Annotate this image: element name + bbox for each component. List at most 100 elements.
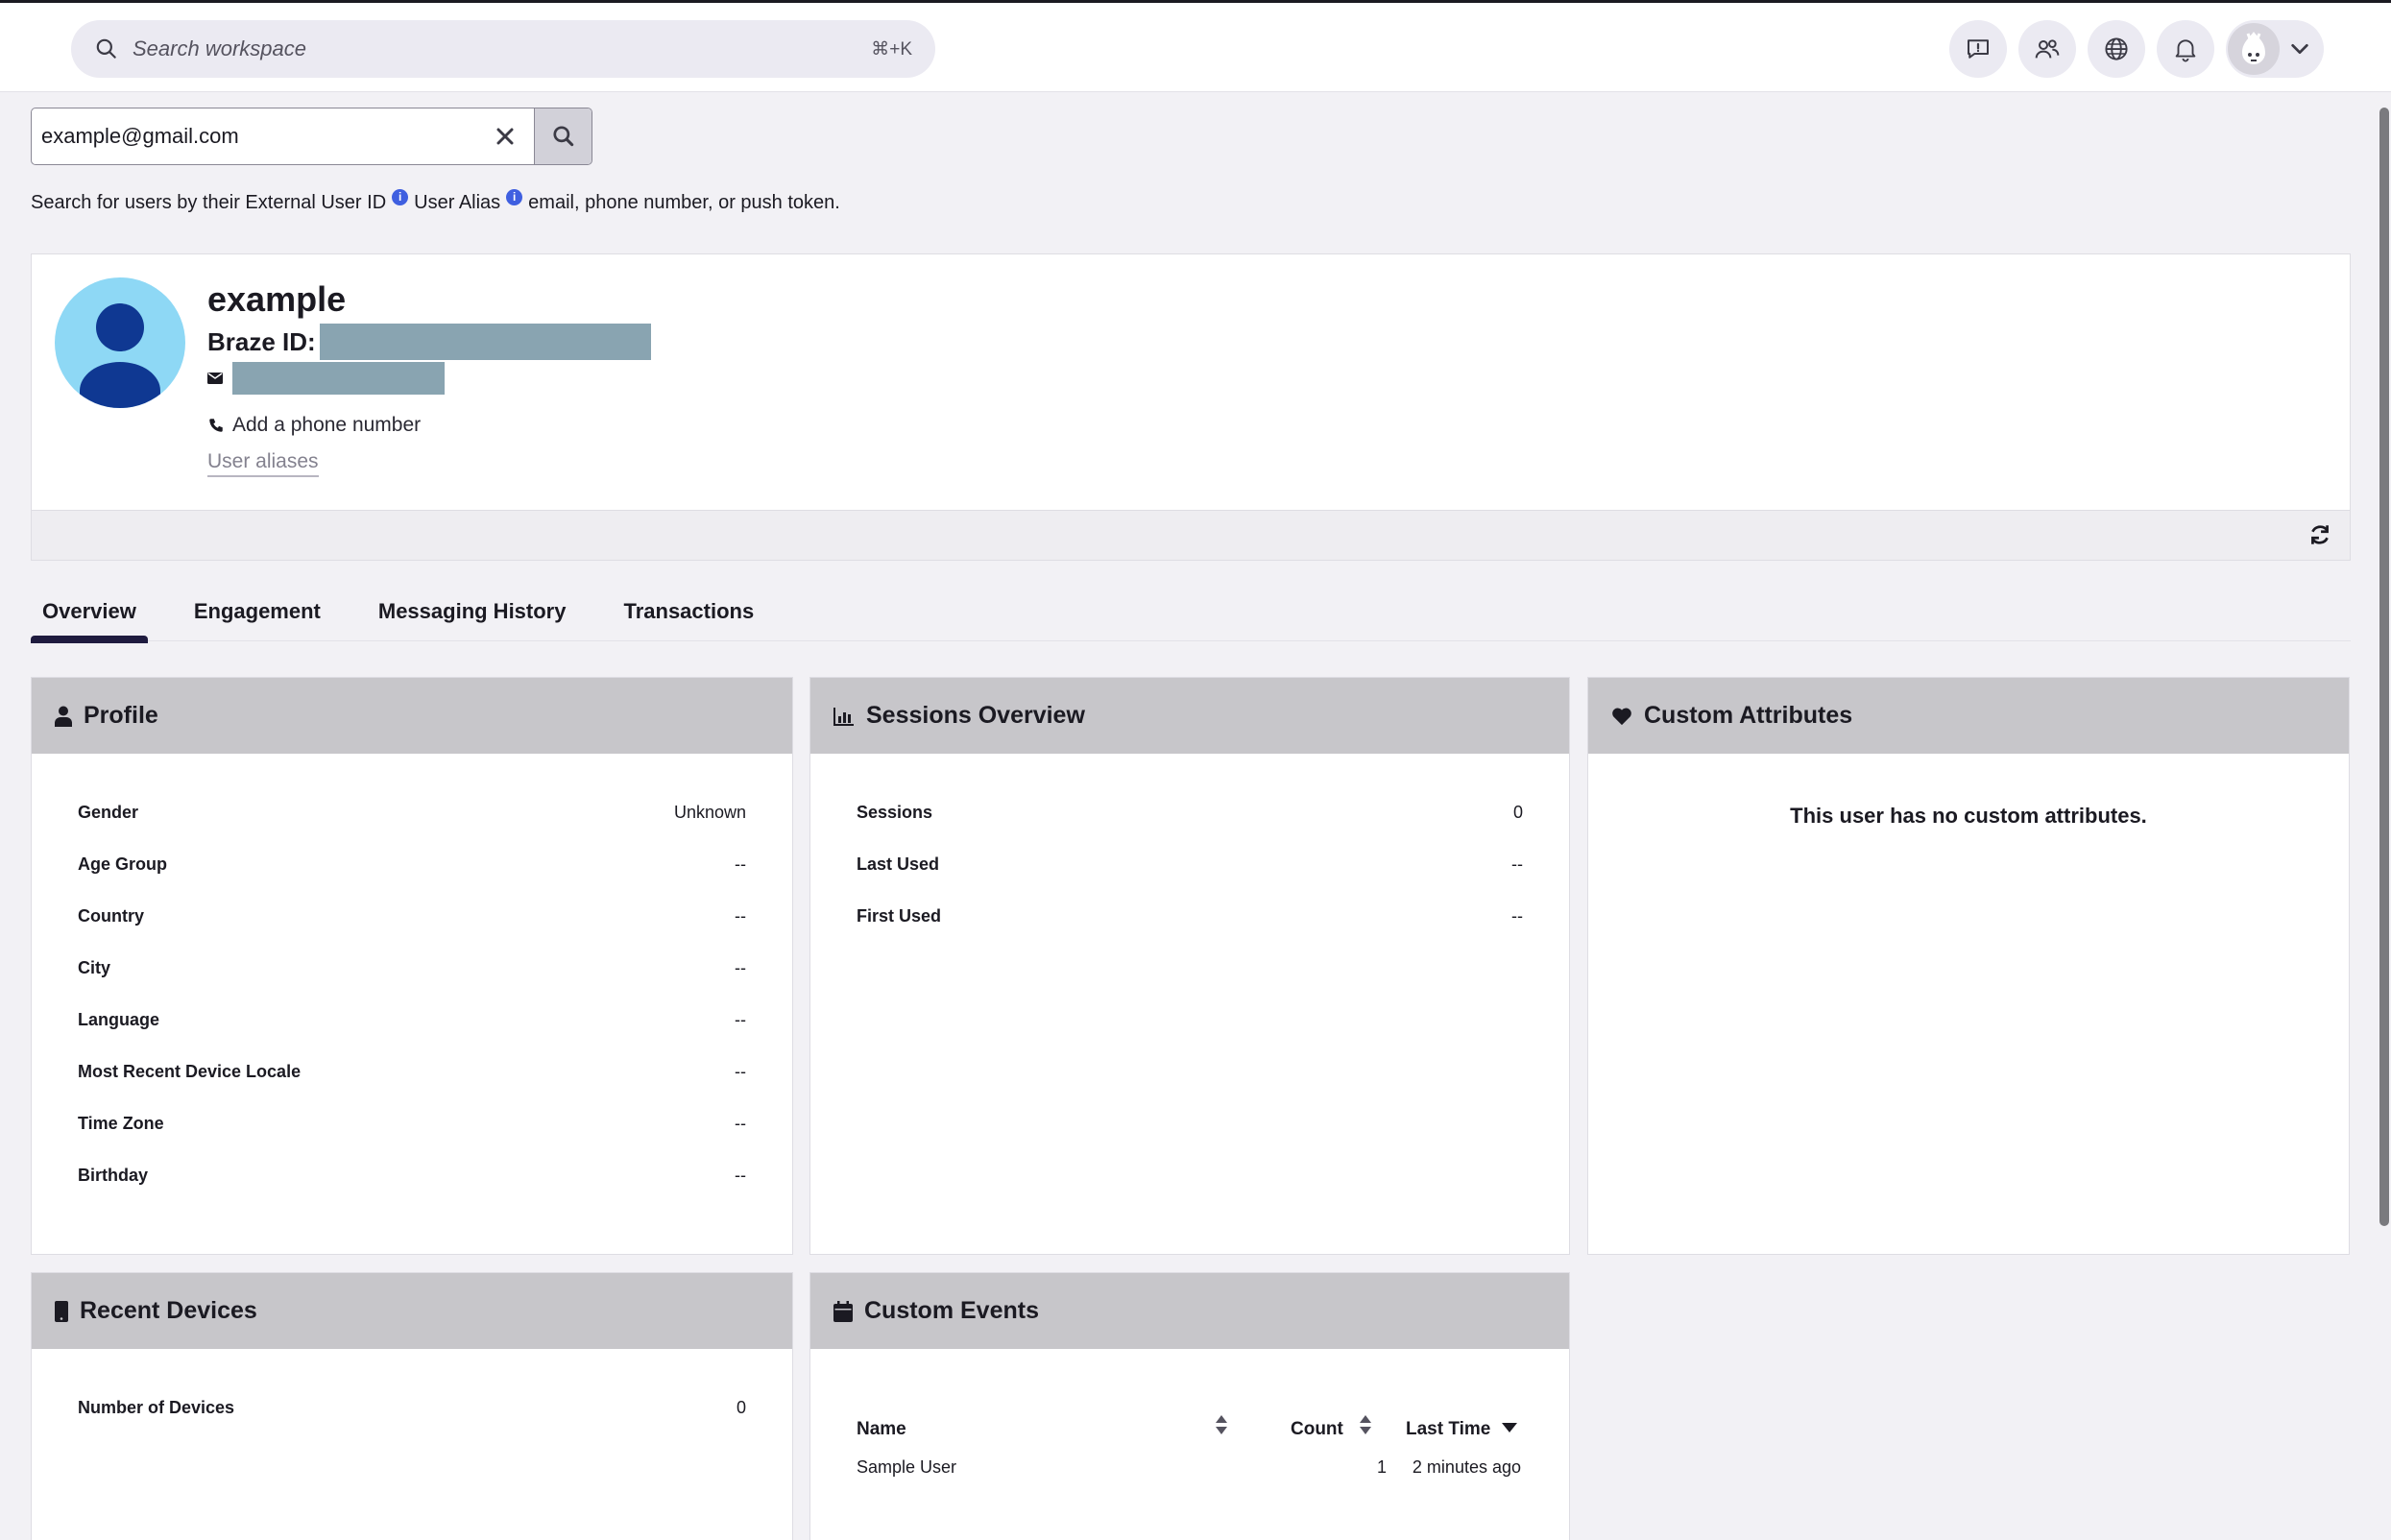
profile-row: Language -- bbox=[78, 1010, 746, 1030]
custom-attributes-panel: Custom Attributes This user has no custo… bbox=[1587, 677, 2350, 1255]
sessions-overview-panel: Sessions Overview Sessions 0 Last Used -- … bbox=[809, 677, 1570, 1255]
row-value: -- bbox=[735, 1166, 746, 1185]
add-phone-link[interactable]: Add a phone number bbox=[207, 414, 421, 437]
user-search-field[interactable]: example@gmail.com bbox=[31, 108, 592, 165]
panel-title: Custom Attributes bbox=[1644, 702, 1853, 729]
row-value: -- bbox=[735, 906, 746, 926]
row-label: Language bbox=[78, 1010, 160, 1029]
sort-icon[interactable] bbox=[1358, 1413, 1373, 1436]
column-header-last-time[interactable]: Last Time bbox=[1406, 1419, 1490, 1440]
row-value: -- bbox=[735, 1062, 746, 1081]
row-label: Sessions bbox=[857, 803, 933, 822]
search-icon bbox=[552, 126, 573, 147]
redacted-braze-id bbox=[319, 324, 651, 360]
profile-card-footer bbox=[32, 510, 2350, 560]
row-value: -- bbox=[735, 854, 746, 874]
tab-messaging-history[interactable]: Messaging History bbox=[367, 595, 578, 641]
row-label: Country bbox=[78, 906, 144, 926]
row-label: Most Recent Device Locale bbox=[78, 1062, 302, 1081]
tab-transactions[interactable]: Transactions bbox=[612, 595, 765, 641]
top-actions bbox=[1949, 20, 2324, 78]
row-value: 0 bbox=[736, 1398, 746, 1417]
tab-overview[interactable]: Overview bbox=[31, 595, 148, 643]
event-name: Sample User bbox=[857, 1457, 957, 1477]
panel-title: Recent Devices bbox=[80, 1297, 257, 1324]
row-value: -- bbox=[1511, 906, 1523, 926]
profile-row: Gender Unknown bbox=[78, 803, 746, 823]
profile-row: City -- bbox=[78, 958, 746, 978]
language-button[interactable] bbox=[2088, 20, 2145, 78]
heart-icon bbox=[1612, 708, 1631, 725]
panel-header: Custom Attributes bbox=[1588, 678, 2349, 754]
workspace-search[interactable]: Search workspace ⌘+K bbox=[71, 20, 935, 78]
row-value: -- bbox=[735, 1114, 746, 1133]
notifications-button[interactable] bbox=[2157, 20, 2214, 78]
row-value: -- bbox=[735, 958, 746, 977]
clear-search-button[interactable] bbox=[476, 108, 534, 164]
row-label: Gender bbox=[78, 803, 139, 822]
bar-chart-icon bbox=[833, 707, 854, 726]
sort-icon[interactable] bbox=[1214, 1413, 1229, 1436]
user-name: example bbox=[207, 279, 347, 319]
panel-header: Custom Events bbox=[810, 1273, 1569, 1349]
users-button[interactable] bbox=[2018, 20, 2076, 78]
panel-title: Custom Events bbox=[864, 1297, 1039, 1324]
search-shortcut: ⌘+K bbox=[871, 38, 912, 60]
add-phone-label: Add a phone number bbox=[232, 414, 422, 436]
sort-desc-icon[interactable] bbox=[1502, 1423, 1517, 1432]
info-icon[interactable]: i bbox=[506, 189, 523, 205]
user-aliases-link[interactable]: User aliases bbox=[207, 450, 319, 477]
tab-engagement[interactable]: Engagement bbox=[182, 595, 332, 641]
hint-text-external-id: Search for users by their External User … bbox=[31, 192, 387, 213]
sessions-row: Sessions 0 bbox=[857, 803, 1523, 823]
email-row bbox=[207, 362, 445, 395]
close-icon bbox=[496, 128, 514, 145]
profile-tabs: Overview Engagement Messaging History Tr… bbox=[31, 595, 2351, 643]
user-icon bbox=[55, 706, 72, 727]
panel-title: Profile bbox=[84, 702, 158, 729]
user-search-button[interactable] bbox=[534, 108, 592, 164]
panel-header: Recent Devices bbox=[32, 1273, 792, 1349]
hint-text-rest: email, phone number, or push token. bbox=[528, 192, 840, 213]
users-icon bbox=[2035, 39, 2060, 59]
feedback-icon bbox=[1968, 39, 1989, 59]
user-menu[interactable] bbox=[2226, 20, 2324, 78]
profile-row: Age Group -- bbox=[78, 854, 746, 875]
row-label: Time Zone bbox=[78, 1114, 164, 1133]
profile-row: Birthday -- bbox=[78, 1166, 746, 1186]
feedback-button[interactable] bbox=[1949, 20, 2007, 78]
page-scrollbar[interactable] bbox=[2379, 108, 2389, 1226]
chevron-down-icon bbox=[2291, 43, 2308, 55]
column-header-name[interactable]: Name bbox=[857, 1419, 906, 1440]
sessions-row: First Used -- bbox=[857, 906, 1523, 926]
event-last-time: 2 minutes ago bbox=[1412, 1457, 1521, 1477]
refresh-icon[interactable] bbox=[2307, 522, 2332, 547]
calendar-icon bbox=[833, 1300, 853, 1322]
empty-state-message: This user has no custom attributes. bbox=[1790, 804, 2147, 828]
profile-panel: Profile Gender Unknown Age Group -- Countr… bbox=[31, 677, 793, 1255]
profile-row: Time Zone -- bbox=[78, 1114, 746, 1134]
column-header-count[interactable]: Count bbox=[1291, 1419, 1343, 1440]
row-label: First Used bbox=[857, 906, 942, 926]
redacted-email bbox=[232, 362, 445, 395]
panel-header: Sessions Overview bbox=[810, 678, 1569, 754]
row-label: Age Group bbox=[78, 854, 167, 874]
search-hint: Search for users by their External User … bbox=[31, 189, 840, 214]
user-profile-card: example Braze ID: Add a phone number Use… bbox=[31, 253, 2351, 561]
user-search-input[interactable]: example@gmail.com bbox=[32, 108, 476, 164]
panel-title: Sessions Overview bbox=[866, 702, 1085, 729]
globe-icon bbox=[2105, 37, 2128, 60]
info-icon[interactable]: i bbox=[392, 189, 409, 205]
braze-id: Braze ID: bbox=[207, 324, 651, 360]
sessions-row: Last Used -- bbox=[857, 854, 1523, 875]
search-icon bbox=[96, 38, 116, 59]
phone-icon bbox=[209, 419, 223, 432]
row-label: Last Used bbox=[857, 854, 940, 874]
event-count: 1 bbox=[1376, 1457, 1387, 1477]
row-label: Number of Devices bbox=[78, 1398, 235, 1417]
recent-devices-panel: Recent Devices Number of Devices 0 bbox=[31, 1272, 793, 1540]
user-menu-avatar bbox=[2228, 23, 2280, 75]
row-value: 0 bbox=[1512, 803, 1523, 822]
row-value: -- bbox=[735, 1010, 746, 1029]
row-label: City bbox=[78, 958, 111, 977]
